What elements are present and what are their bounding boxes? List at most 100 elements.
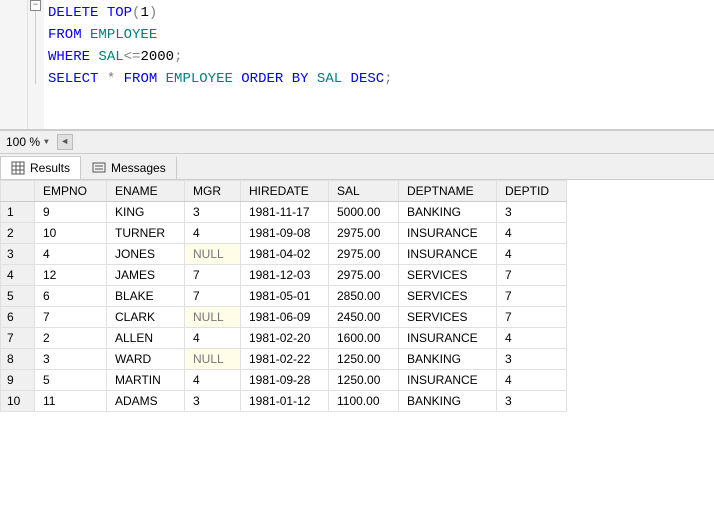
cell-sal[interactable]: 2850.00	[329, 286, 399, 307]
cell-mgr[interactable]: 3	[185, 391, 241, 412]
cell-deptid[interactable]: 3	[497, 349, 567, 370]
header-ename[interactable]: ENAME	[107, 181, 185, 202]
row-number[interactable]: 8	[1, 349, 35, 370]
cell-mgr[interactable]: 4	[185, 223, 241, 244]
cell-ename[interactable]: TURNER	[107, 223, 185, 244]
table-row[interactable]: 95MARTIN41981-09-281250.00INSURANCE4	[1, 370, 567, 391]
row-number[interactable]: 2	[1, 223, 35, 244]
row-number[interactable]: 6	[1, 307, 35, 328]
cell-deptid[interactable]: 4	[497, 223, 567, 244]
results-grid[interactable]: EMPNO ENAME MGR HIREDATE SAL DEPTNAME DE…	[0, 180, 567, 412]
table-row[interactable]: 19KING31981-11-175000.00BANKING3	[1, 202, 567, 223]
cell-deptname[interactable]: SERVICES	[399, 286, 497, 307]
table-row[interactable]: 210TURNER41981-09-082975.00INSURANCE4	[1, 223, 567, 244]
cell-sal[interactable]: 5000.00	[329, 202, 399, 223]
cell-ename[interactable]: WARD	[107, 349, 185, 370]
cell-ename[interactable]: ADAMS	[107, 391, 185, 412]
cell-deptname[interactable]: BANKING	[399, 202, 497, 223]
cell-deptname[interactable]: INSURANCE	[399, 244, 497, 265]
table-row[interactable]: 412JAMES71981-12-032975.00SERVICES7	[1, 265, 567, 286]
cell-hiredate[interactable]: 1981-09-28	[241, 370, 329, 391]
header-empno[interactable]: EMPNO	[35, 181, 107, 202]
table-row[interactable]: 1011ADAMS31981-01-121100.00BANKING3	[1, 391, 567, 412]
header-deptname[interactable]: DEPTNAME	[399, 181, 497, 202]
cell-hiredate[interactable]: 1981-11-17	[241, 202, 329, 223]
cell-empno[interactable]: 12	[35, 265, 107, 286]
cell-empno[interactable]: 2	[35, 328, 107, 349]
scroll-left-button[interactable]: ◄	[57, 134, 73, 150]
cell-mgr[interactable]: 7	[185, 265, 241, 286]
cell-deptname[interactable]: BANKING	[399, 349, 497, 370]
cell-sal[interactable]: 2975.00	[329, 244, 399, 265]
sql-editor[interactable]: − DELETE TOP(1) FROM EMPLOYEE WHERE SAL<…	[0, 0, 714, 130]
row-number[interactable]: 3	[1, 244, 35, 265]
header-sal[interactable]: SAL	[329, 181, 399, 202]
cell-deptid[interactable]: 4	[497, 328, 567, 349]
cell-sal[interactable]: 2450.00	[329, 307, 399, 328]
cell-mgr[interactable]: 4	[185, 370, 241, 391]
header-deptid[interactable]: DEPTID	[497, 181, 567, 202]
tab-results[interactable]: Results	[0, 156, 81, 179]
cell-empno[interactable]: 10	[35, 223, 107, 244]
cell-ename[interactable]: JONES	[107, 244, 185, 265]
cell-hiredate[interactable]: 1981-12-03	[241, 265, 329, 286]
cell-ename[interactable]: CLARK	[107, 307, 185, 328]
row-number[interactable]: 9	[1, 370, 35, 391]
cell-sal[interactable]: 2975.00	[329, 223, 399, 244]
cell-hiredate[interactable]: 1981-06-09	[241, 307, 329, 328]
cell-empno[interactable]: 3	[35, 349, 107, 370]
table-row[interactable]: 72ALLEN41981-02-201600.00INSURANCE4	[1, 328, 567, 349]
cell-mgr[interactable]: NULL	[185, 349, 241, 370]
cell-mgr[interactable]: 3	[185, 202, 241, 223]
cell-deptid[interactable]: 7	[497, 307, 567, 328]
cell-hiredate[interactable]: 1981-02-20	[241, 328, 329, 349]
code-text[interactable]: DELETE TOP(1) FROM EMPLOYEE WHERE SAL<=2…	[44, 0, 714, 129]
cell-deptid[interactable]: 7	[497, 265, 567, 286]
cell-deptname[interactable]: SERVICES	[399, 307, 497, 328]
cell-ename[interactable]: KING	[107, 202, 185, 223]
header-hiredate[interactable]: HIREDATE	[241, 181, 329, 202]
row-number[interactable]: 10	[1, 391, 35, 412]
header-mgr[interactable]: MGR	[185, 181, 241, 202]
table-row[interactable]: 67CLARKNULL1981-06-092450.00SERVICES7	[1, 307, 567, 328]
cell-hiredate[interactable]: 1981-05-01	[241, 286, 329, 307]
cell-deptname[interactable]: SERVICES	[399, 265, 497, 286]
row-number[interactable]: 4	[1, 265, 35, 286]
cell-empno[interactable]: 4	[35, 244, 107, 265]
fold-toggle[interactable]: −	[30, 0, 41, 11]
cell-hiredate[interactable]: 1981-04-02	[241, 244, 329, 265]
row-number[interactable]: 7	[1, 328, 35, 349]
row-number[interactable]: 1	[1, 202, 35, 223]
cell-mgr[interactable]: NULL	[185, 307, 241, 328]
cell-deptid[interactable]: 4	[497, 370, 567, 391]
cell-empno[interactable]: 9	[35, 202, 107, 223]
cell-deptname[interactable]: BANKING	[399, 391, 497, 412]
cell-deptid[interactable]: 3	[497, 202, 567, 223]
cell-deptname[interactable]: INSURANCE	[399, 223, 497, 244]
cell-sal[interactable]: 2975.00	[329, 265, 399, 286]
cell-empno[interactable]: 7	[35, 307, 107, 328]
cell-ename[interactable]: MARTIN	[107, 370, 185, 391]
table-row[interactable]: 83WARDNULL1981-02-221250.00BANKING3	[1, 349, 567, 370]
table-row[interactable]: 34JONESNULL1981-04-022975.00INSURANCE4	[1, 244, 567, 265]
cell-empno[interactable]: 5	[35, 370, 107, 391]
cell-empno[interactable]: 6	[35, 286, 107, 307]
cell-deptid[interactable]: 3	[497, 391, 567, 412]
cell-deptid[interactable]: 4	[497, 244, 567, 265]
cell-empno[interactable]: 11	[35, 391, 107, 412]
header-rownum[interactable]	[1, 181, 35, 202]
cell-sal[interactable]: 1250.00	[329, 370, 399, 391]
cell-hiredate[interactable]: 1981-01-12	[241, 391, 329, 412]
cell-deptid[interactable]: 7	[497, 286, 567, 307]
cell-sal[interactable]: 1250.00	[329, 349, 399, 370]
cell-sal[interactable]: 1600.00	[329, 328, 399, 349]
tab-messages[interactable]: Messages	[81, 156, 177, 179]
cell-ename[interactable]: ALLEN	[107, 328, 185, 349]
cell-deptname[interactable]: INSURANCE	[399, 370, 497, 391]
cell-ename[interactable]: JAMES	[107, 265, 185, 286]
cell-ename[interactable]: BLAKE	[107, 286, 185, 307]
cell-hiredate[interactable]: 1981-09-08	[241, 223, 329, 244]
table-row[interactable]: 56BLAKE71981-05-012850.00SERVICES7	[1, 286, 567, 307]
cell-deptname[interactable]: INSURANCE	[399, 328, 497, 349]
cell-mgr[interactable]: 7	[185, 286, 241, 307]
